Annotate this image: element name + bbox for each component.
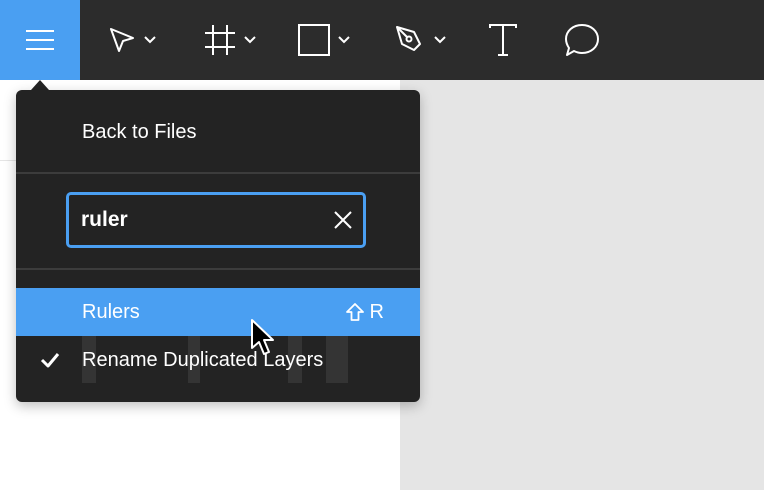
pen-tool-button[interactable] — [394, 0, 446, 80]
back-to-files-label: Back to Files — [82, 121, 197, 143]
text-icon — [489, 24, 517, 56]
comment-tool-button[interactable] — [564, 0, 600, 80]
menu-result-label: Rulers — [82, 301, 140, 323]
canvas-area[interactable] — [400, 80, 764, 490]
shortcut-key: R — [369, 301, 384, 323]
main-menu-dropdown: Back to Files Rulers R Rename Duplicated… — [16, 90, 420, 402]
hamburger-menu-icon — [26, 30, 54, 50]
chevron-down-icon[interactable] — [434, 36, 446, 44]
clear-search-button[interactable] — [331, 208, 355, 232]
rectangle-icon — [298, 24, 330, 56]
move-tool-button[interactable] — [108, 0, 156, 80]
checkmark-icon — [40, 353, 60, 368]
menu-caret — [31, 80, 49, 90]
chevron-down-icon[interactable] — [338, 36, 350, 44]
menu-separator — [16, 172, 420, 174]
pen-icon — [396, 26, 421, 51]
keyboard-shortcut: R — [345, 288, 384, 336]
move-arrow-icon — [110, 28, 134, 52]
main-menu-button[interactable] — [0, 0, 80, 80]
menu-result-rulers[interactable]: Rulers R — [16, 288, 420, 336]
shift-icon — [345, 303, 364, 321]
toolbar — [0, 0, 764, 80]
comment-icon — [565, 24, 599, 56]
mouse-cursor-icon — [251, 319, 274, 355]
text-tool-button[interactable] — [488, 0, 518, 80]
menu-result-rename-duplicated-layers[interactable]: Rename Duplicated Layers — [16, 336, 420, 384]
shape-tool-button[interactable] — [298, 0, 350, 80]
close-icon — [334, 211, 352, 229]
chevron-down-icon[interactable] — [244, 36, 256, 44]
frame-tool-button[interactable] — [204, 0, 256, 80]
menu-separator — [16, 268, 420, 270]
frame-icon — [205, 25, 235, 55]
menu-search-input[interactable] — [81, 195, 321, 245]
menu-search-box[interactable] — [66, 192, 366, 248]
chevron-down-icon[interactable] — [144, 36, 156, 44]
back-to-files-item[interactable]: Back to Files — [16, 108, 420, 156]
menu-result-label: Rename Duplicated Layers — [82, 349, 324, 371]
